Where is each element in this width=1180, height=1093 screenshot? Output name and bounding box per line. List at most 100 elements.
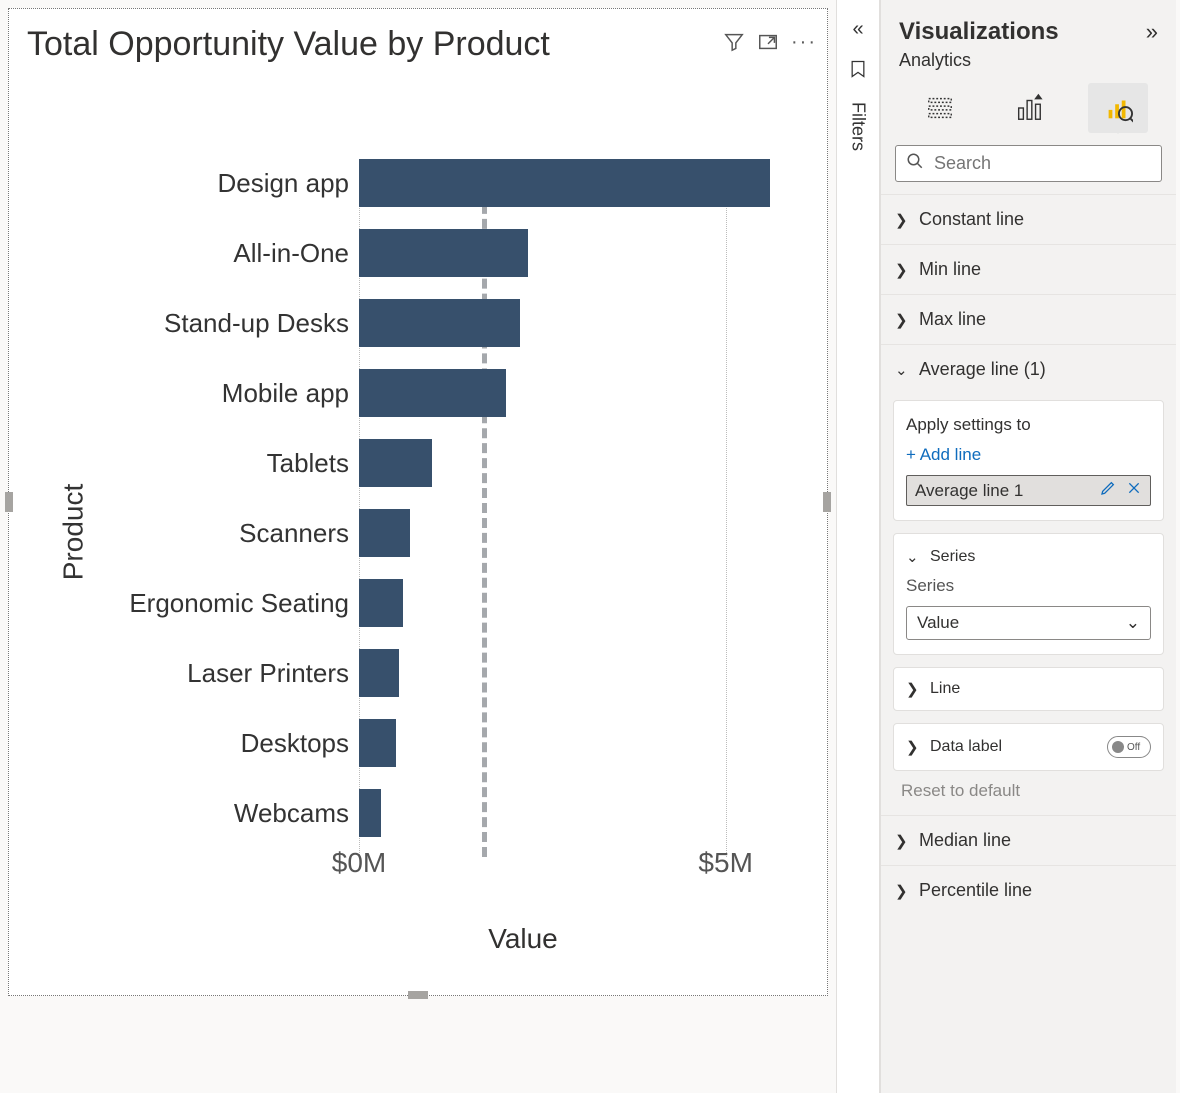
resize-handle-right[interactable] [823, 492, 831, 512]
category-label: Mobile app [222, 378, 349, 409]
chevron-right-icon: ❯ [906, 738, 922, 756]
y-axis-title: Product [57, 484, 89, 581]
bar[interactable] [359, 579, 403, 627]
resize-handle-left[interactable] [5, 492, 13, 512]
bar-row[interactable]: Ergonomic Seating [359, 579, 403, 627]
gridline [726, 159, 727, 857]
chip-label: Average line 1 [915, 481, 1023, 501]
pane-title: Visualizations [899, 18, 1059, 46]
data-label-header: Data label [930, 738, 1002, 756]
section-percentile-line[interactable]: ❯ Percentile line [881, 865, 1176, 915]
series-card: ⌄ Series Series Value ⌄ [893, 533, 1164, 655]
section-average-line[interactable]: ⌄ Average line (1) [881, 344, 1176, 394]
bar[interactable] [359, 649, 399, 697]
bar[interactable] [359, 439, 432, 487]
bookmark-icon[interactable] [848, 59, 868, 84]
tab-build-icon[interactable] [910, 83, 970, 133]
section-constant-line[interactable]: ❯ Constant line [881, 194, 1176, 244]
x-tick-label: $0M [332, 847, 386, 879]
series-header: Series [930, 548, 975, 566]
line-card[interactable]: ❯ Line [893, 667, 1164, 711]
chevron-down-icon: ⌄ [1126, 613, 1140, 633]
pane-subtitle: Analytics [881, 50, 1176, 77]
apply-settings-label: Apply settings to [906, 415, 1151, 435]
chevron-right-icon: ❯ [895, 261, 911, 279]
bar[interactable] [359, 159, 770, 207]
category-label: Desktops [241, 728, 349, 759]
bar-row[interactable]: All-in-One [359, 229, 528, 277]
section-median-line[interactable]: ❯ Median line [881, 815, 1176, 865]
edit-icon[interactable] [1100, 480, 1116, 501]
series-field-label: Series [906, 576, 1151, 596]
section-max-line[interactable]: ❯ Max line [881, 294, 1176, 344]
search-icon [906, 152, 924, 175]
average-line-chip[interactable]: Average line 1 [906, 475, 1151, 506]
search-input[interactable] [932, 152, 1168, 175]
category-label: Scanners [239, 518, 349, 549]
add-line-button[interactable]: + Add line [906, 445, 1151, 465]
reset-to-default[interactable]: Reset to default [881, 777, 1176, 815]
category-label: All-in-One [233, 238, 349, 269]
section-label: Average line (1) [919, 359, 1046, 380]
category-label: Design app [217, 168, 349, 199]
toggle-knob [1112, 741, 1124, 753]
bar-row[interactable]: Desktops [359, 719, 396, 767]
bar-row[interactable]: Stand-up Desks [359, 299, 520, 347]
bar-row[interactable]: Laser Printers [359, 649, 399, 697]
search-input-wrap[interactable] [895, 145, 1162, 182]
bar[interactable] [359, 509, 410, 557]
line-header: Line [930, 680, 960, 698]
filters-pane-collapsed[interactable]: « Filters [836, 0, 880, 1093]
bar[interactable] [359, 789, 381, 837]
chevron-right-icon: ❯ [906, 680, 922, 698]
visualizations-pane: Visualizations » Analytics ❯ [880, 0, 1176, 1093]
bar[interactable] [359, 299, 520, 347]
average-line-card: Apply settings to + Add line Average lin… [893, 400, 1164, 521]
chart-visual-container[interactable]: Total Opportunity Value by Product ··· P… [8, 8, 828, 996]
category-label: Stand-up Desks [164, 308, 349, 339]
focus-mode-icon[interactable] [757, 31, 779, 59]
chevron-right-icon: ❯ [895, 832, 911, 850]
bar-row[interactable]: Mobile app [359, 369, 506, 417]
bar[interactable] [359, 369, 506, 417]
bar[interactable] [359, 229, 528, 277]
bar-row[interactable]: Webcams [359, 789, 381, 837]
bar-row[interactable]: Scanners [359, 509, 410, 557]
x-tick-label: $5M [698, 847, 752, 879]
more-options-icon[interactable]: ··· [791, 31, 817, 59]
bar-row[interactable]: Tablets [359, 439, 432, 487]
bar-row[interactable]: Design app [359, 159, 770, 207]
section-label: Constant line [919, 209, 1024, 230]
section-label: Median line [919, 830, 1011, 851]
tab-analytics-icon[interactable] [1088, 83, 1148, 133]
section-label: Min line [919, 259, 981, 280]
category-label: Tablets [267, 448, 349, 479]
filter-icon[interactable] [723, 31, 745, 59]
chevron-right-icon: ❯ [895, 311, 911, 329]
x-axis-title: Value [29, 923, 817, 955]
chevron-right-icon: ❯ [895, 882, 911, 900]
section-min-line[interactable]: ❯ Min line [881, 244, 1176, 294]
collapse-left-icon[interactable]: « [852, 18, 863, 41]
bars-region: $0M$5MDesign appAll-in-OneStand-up Desks… [359, 159, 777, 837]
tab-format-icon[interactable] [999, 83, 1059, 133]
expand-right-icon[interactable]: » [1146, 19, 1158, 45]
toggle-state: Off [1127, 742, 1140, 753]
bar[interactable] [359, 719, 396, 767]
filters-label: Filters [848, 102, 869, 151]
data-label-card: ❯ Data label Off [893, 723, 1164, 771]
delete-icon[interactable] [1126, 480, 1142, 501]
section-label: Percentile line [919, 880, 1032, 901]
category-label: Laser Printers [187, 658, 349, 689]
category-label: Webcams [234, 798, 349, 829]
series-selected-value: Value [917, 613, 959, 633]
chart-title: Total Opportunity Value by Product [27, 25, 723, 64]
data-label-toggle[interactable]: Off [1107, 736, 1151, 758]
series-select[interactable]: Value ⌄ [906, 606, 1151, 640]
resize-handle-bottom[interactable] [408, 991, 428, 999]
chevron-down-icon: ⌄ [895, 361, 911, 379]
chevron-down-icon: ⌄ [906, 548, 922, 566]
chevron-right-icon: ❯ [895, 211, 911, 229]
category-label: Ergonomic Seating [129, 588, 349, 619]
plot-area: Product $0M $5M Design app All-in-One Stand-… [29, 109, 817, 955]
